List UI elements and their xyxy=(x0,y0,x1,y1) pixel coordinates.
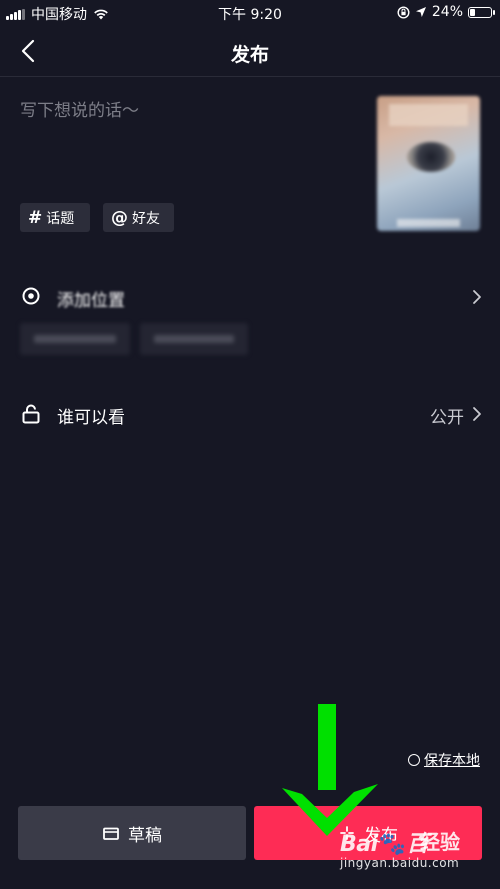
draft-button[interactable]: 草稿 xyxy=(18,806,246,860)
location-suggestion-text xyxy=(154,335,234,343)
battery-percent: 24% xyxy=(431,4,463,20)
add-location-label: 添加位置 xyxy=(57,291,125,311)
cover-eye xyxy=(407,142,455,172)
video-cover-thumbnail[interactable] xyxy=(377,96,480,231)
location-pin-icon xyxy=(22,287,40,305)
publish-button[interactable]: 发布 xyxy=(254,806,482,860)
location-suggestion-chip[interactable] xyxy=(20,323,130,355)
privacy-value: 公开 xyxy=(430,408,464,428)
location-arrow-icon xyxy=(415,7,426,17)
save-local-radio-icon xyxy=(408,754,420,766)
friend-tag-label: 好友 xyxy=(132,210,160,227)
publish-sparkle-icon xyxy=(340,826,354,840)
topic-tag-button[interactable]: # 话题 xyxy=(20,203,90,232)
save-local-label: 保存本地 xyxy=(424,753,480,769)
nav-bar: 发布 xyxy=(0,26,500,77)
privacy-row[interactable]: 谁可以看 公开 xyxy=(0,393,500,433)
chevron-right-icon xyxy=(473,407,481,421)
cover-strip xyxy=(389,104,468,126)
chevron-right-icon xyxy=(473,290,481,304)
privacy-label: 谁可以看 xyxy=(57,408,125,428)
location-suggestion-text xyxy=(34,335,116,343)
topic-tag-label: 话题 xyxy=(46,210,75,227)
cover-caption xyxy=(397,219,460,227)
battery-icon xyxy=(468,6,495,18)
orientation-lock-icon xyxy=(397,5,410,19)
save-local-toggle[interactable]: 保存本地 xyxy=(408,750,480,770)
add-location-row[interactable]: 添加位置 xyxy=(0,276,500,316)
draft-box-icon xyxy=(103,827,119,840)
status-right: 24% xyxy=(397,4,495,20)
caption-input[interactable] xyxy=(20,96,350,186)
battery-fill xyxy=(470,8,475,16)
publish-label: 发布 xyxy=(364,825,398,846)
page-title: 发布 xyxy=(230,44,269,66)
draft-label: 草稿 xyxy=(128,825,162,846)
status-bar: 中国移动 下午 9:20 24% xyxy=(0,0,500,26)
at-icon: @ xyxy=(111,207,128,228)
location-suggestion-chip[interactable] xyxy=(140,323,248,355)
mention-friend-button[interactable]: @ 好友 xyxy=(103,203,174,232)
lock-icon xyxy=(22,404,40,424)
hashtag-icon: # xyxy=(28,207,43,228)
